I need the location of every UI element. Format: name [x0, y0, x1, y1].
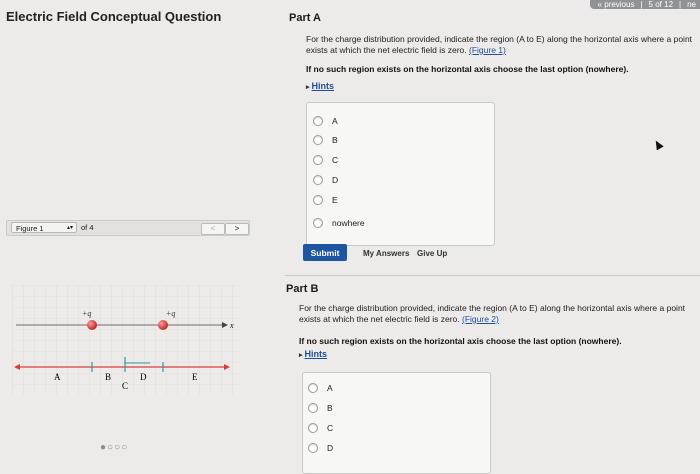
- radio-button[interactable]: [308, 443, 318, 453]
- part-a-option-nowhere[interactable]: nowhere: [313, 218, 365, 228]
- radio-button[interactable]: [313, 218, 323, 228]
- charge-2-label: +q: [166, 309, 175, 318]
- part-a-option-e[interactable]: E: [313, 195, 338, 205]
- part-a-hints-link[interactable]: Hints: [306, 81, 335, 91]
- part-b-option-a[interactable]: A: [308, 383, 333, 393]
- region-d-label: D: [140, 372, 147, 382]
- region-b-label: B: [105, 372, 111, 382]
- radio-button[interactable]: [308, 423, 318, 433]
- radio-button[interactable]: [308, 403, 318, 413]
- part-b-hints-link[interactable]: Hints: [299, 349, 328, 359]
- item-position: 5 of 12: [648, 0, 674, 9]
- radio-button[interactable]: [313, 116, 323, 126]
- radio-button[interactable]: [313, 175, 323, 185]
- part-a-instruction: If no such region exists on the horizont…: [306, 64, 629, 74]
- part-a-option-c[interactable]: C: [313, 155, 338, 165]
- region-e-label: E: [192, 372, 198, 382]
- axis-label: x: [229, 321, 234, 330]
- charge-1-label: +q: [82, 309, 91, 318]
- figure-count: of 4: [81, 223, 94, 232]
- page-title: Electric Field Conceptual Question: [6, 9, 222, 24]
- figure-1-diagram: x +q +q A B C D E: [12, 285, 242, 395]
- part-b-option-c[interactable]: C: [308, 423, 333, 433]
- part-b-option-b[interactable]: B: [308, 403, 333, 413]
- region-a-label: A: [54, 372, 61, 382]
- part-b-instruction: If no such region exists on the horizont…: [299, 336, 622, 346]
- divider: [285, 275, 700, 276]
- charge-1: [87, 320, 97, 330]
- charge-2: [158, 320, 168, 330]
- radio-button[interactable]: [313, 135, 323, 145]
- top-navigation: « previous | 5 of 12 | ne: [589, 0, 700, 9]
- part-b-question: For the charge distribution provided, in…: [299, 303, 686, 324]
- part-a-option-a[interactable]: A: [313, 116, 338, 126]
- region-c-label: C: [122, 381, 128, 391]
- part-a-option-d[interactable]: D: [313, 175, 338, 185]
- radio-button[interactable]: [313, 155, 323, 165]
- part-a-title: Part A: [289, 12, 321, 24]
- my-answers-link[interactable]: My Answers: [363, 249, 409, 258]
- figure-1-link[interactable]: (Figure 1): [469, 45, 506, 55]
- part-b-title: Part B: [286, 283, 319, 295]
- part-b-option-d[interactable]: D: [308, 443, 333, 453]
- mouse-cursor-icon: [652, 138, 664, 151]
- radio-button[interactable]: [308, 383, 318, 393]
- radio-button[interactable]: [313, 195, 323, 205]
- previous-link[interactable]: « previous: [598, 0, 635, 9]
- select-arrows-icon: ▴▾: [66, 225, 73, 231]
- part-a-question: For the charge distribution provided, in…: [306, 34, 693, 55]
- part-a-option-b[interactable]: B: [313, 135, 338, 145]
- figure-2-link[interactable]: (Figure 2): [462, 314, 499, 324]
- give-up-link[interactable]: Give Up: [417, 249, 447, 258]
- figure-toolbar: Figure 1 ▴▾ of 4 < >: [6, 220, 250, 236]
- figure-select[interactable]: Figure 1 ▴▾: [11, 222, 77, 233]
- next-link[interactable]: ne: [687, 0, 696, 9]
- figure-pager-dots[interactable]: ●○○○: [100, 442, 128, 453]
- previous-figure-button[interactable]: <: [201, 223, 225, 235]
- next-figure-button[interactable]: >: [225, 223, 249, 235]
- submit-button[interactable]: Submit: [303, 244, 347, 261]
